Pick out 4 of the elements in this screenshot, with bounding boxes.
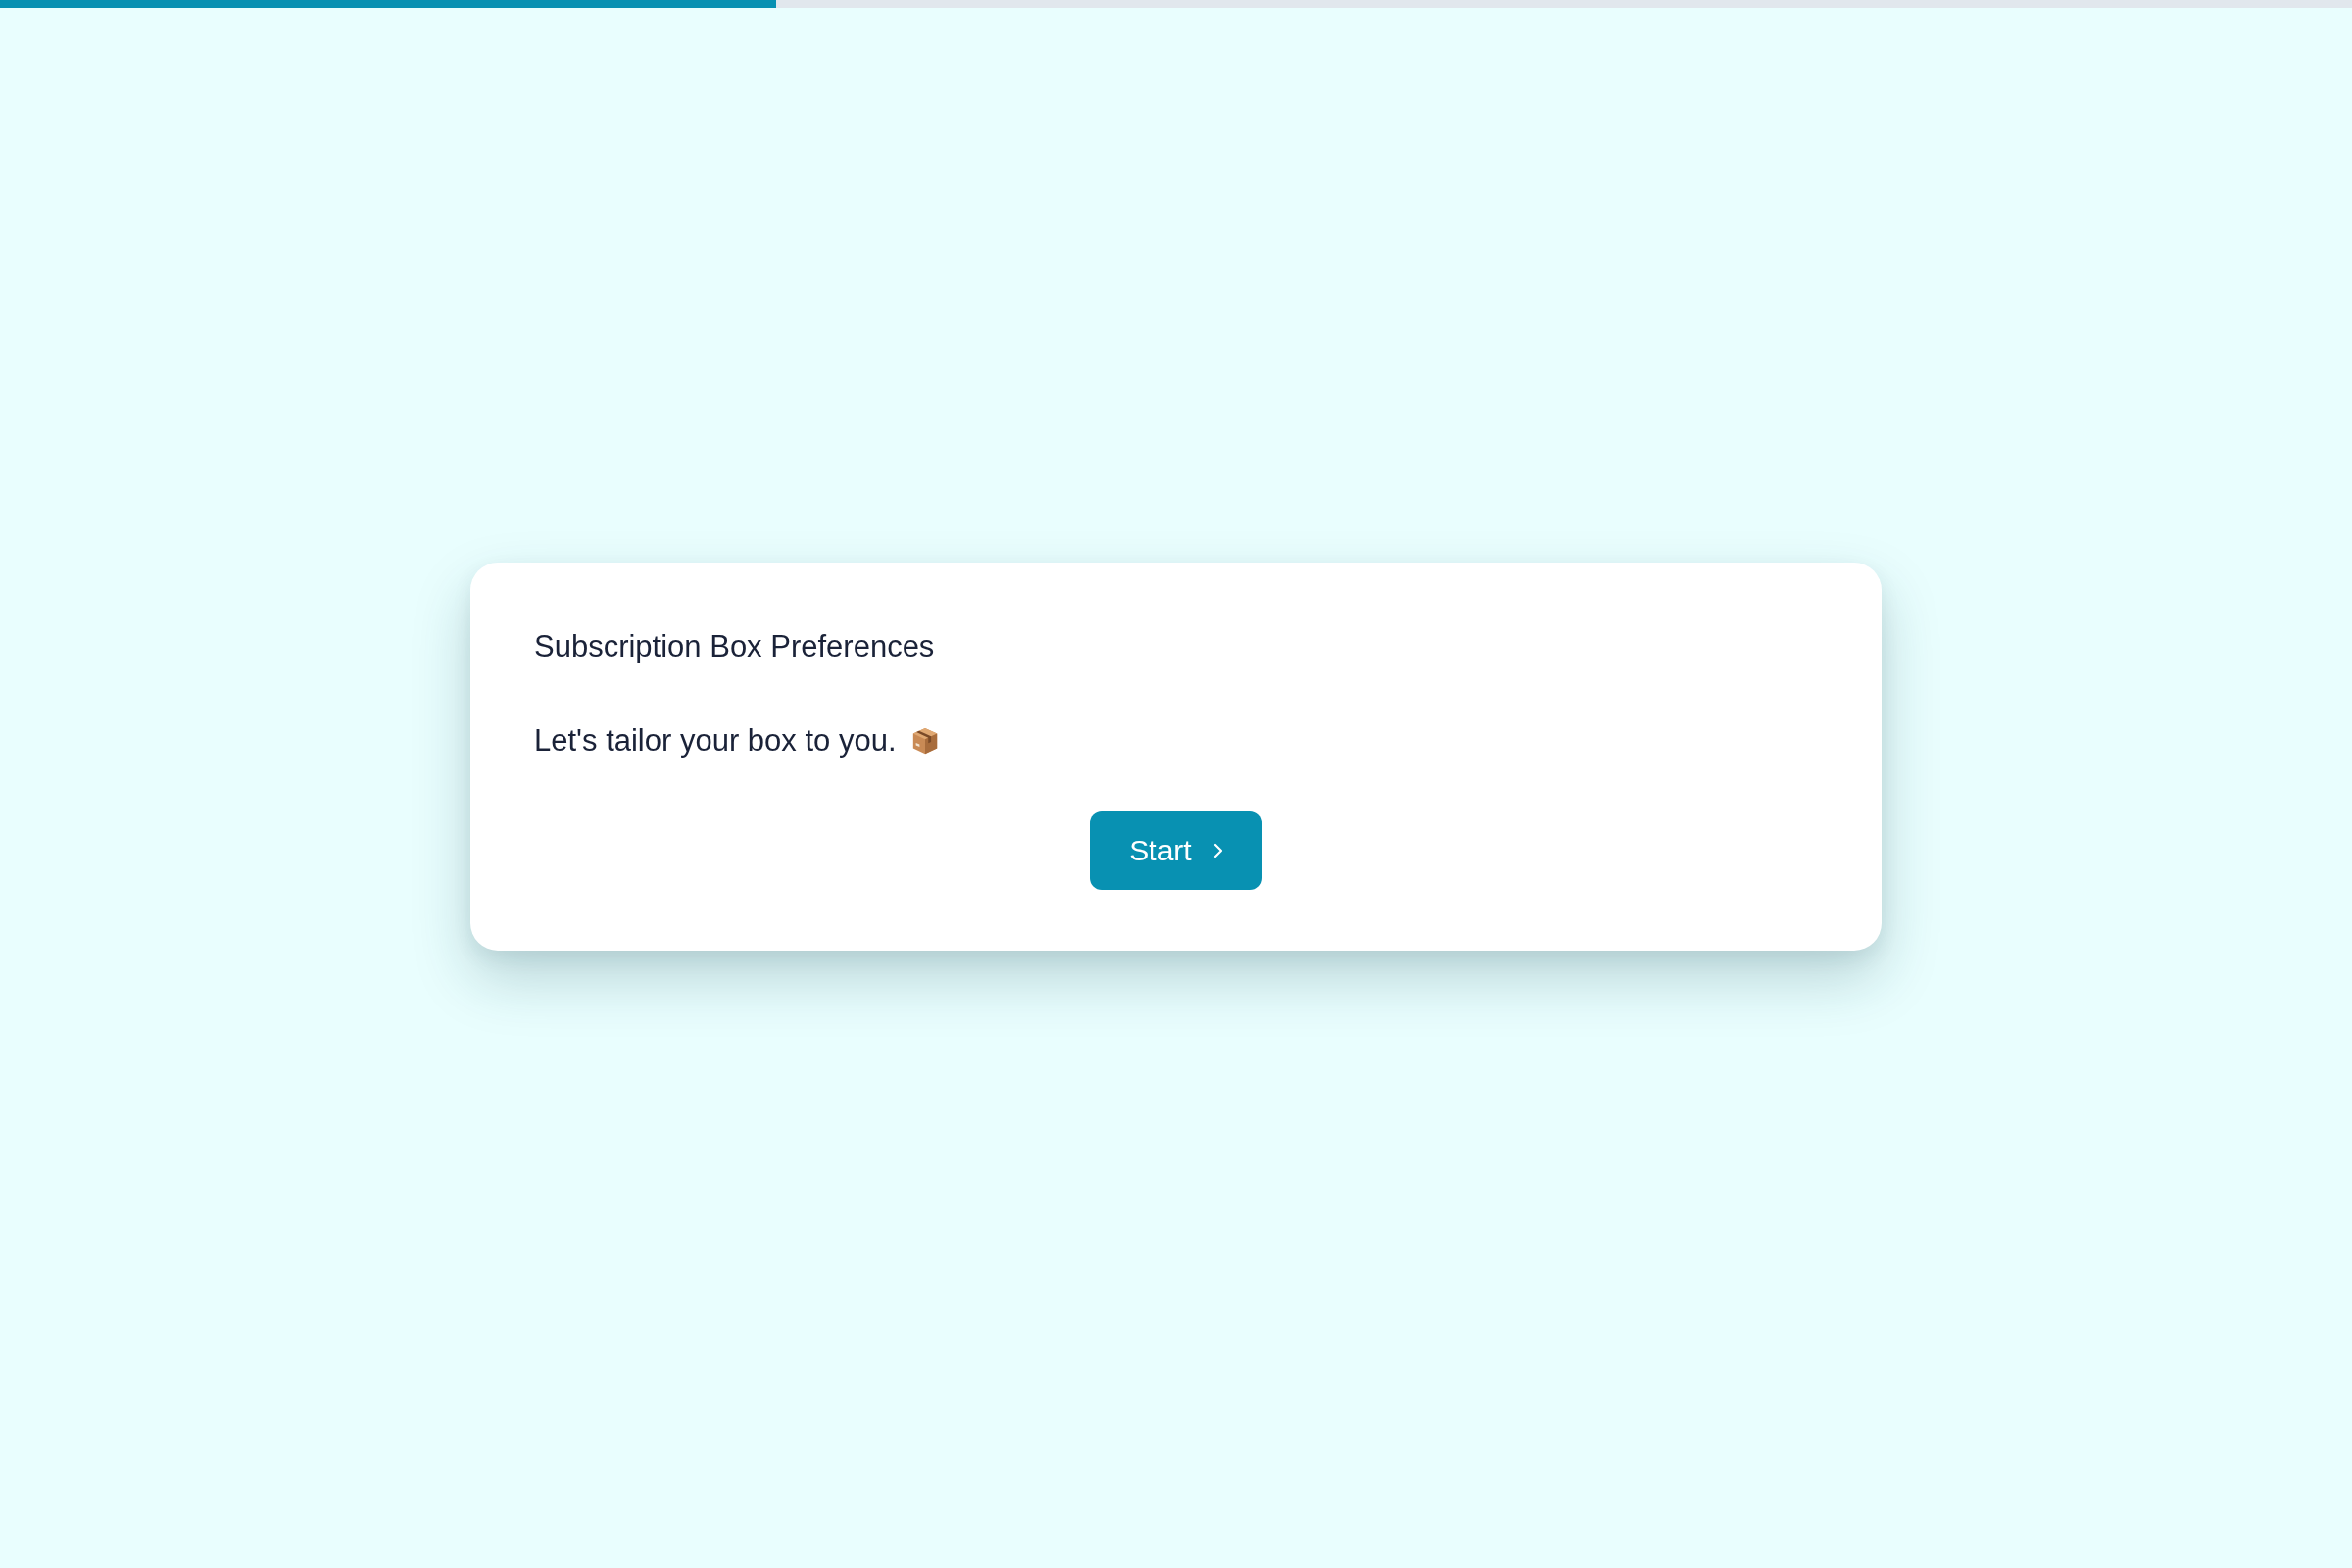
start-button[interactable]: Start <box>1090 811 1262 890</box>
chevron-right-icon <box>1212 843 1223 858</box>
card-title: Subscription Box Preferences <box>534 628 936 665</box>
card-message: Let's tailor your box to you. <box>534 722 897 760</box>
